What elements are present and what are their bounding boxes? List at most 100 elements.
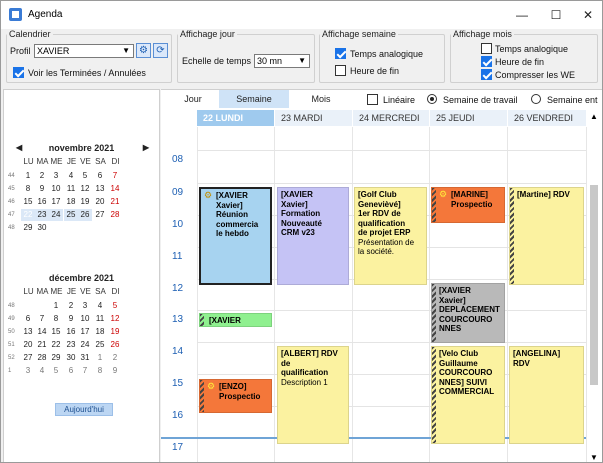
calendar-day[interactable]: 12 <box>108 313 122 325</box>
lineaire-checkbox[interactable] <box>367 94 378 105</box>
event-albert-rdv[interactable]: [ALBERT] RDV de qualification Descriptio… <box>277 346 349 444</box>
event-angelina-rdv[interactable]: [ANGELINA] RDV <box>509 346 584 444</box>
semaine-temps-analogique-checkbox[interactable] <box>335 48 346 59</box>
scroll-down-icon[interactable]: ▼ <box>590 453 598 462</box>
calendar-day[interactable]: 19 <box>108 326 122 338</box>
calendar-day[interactable]: 1 <box>21 170 35 182</box>
calendar-day[interactable]: 16 <box>64 326 78 338</box>
calendar-day[interactable]: 14 <box>108 183 122 195</box>
calendar-day[interactable]: 15 <box>49 326 63 338</box>
calendar-day[interactable]: 9 <box>35 183 49 195</box>
semaine-heure-fin-checkbox[interactable] <box>335 65 346 76</box>
calendar-day[interactable]: 8 <box>21 183 35 195</box>
calendar-day[interactable]: 29 <box>21 222 35 234</box>
calendar-day[interactable]: 9 <box>108 365 122 377</box>
calendar-day[interactable]: 6 <box>21 313 35 325</box>
calendar-day[interactable]: 20 <box>93 196 107 208</box>
minimize-button[interactable]: — <box>511 5 533 25</box>
scroll-up-icon[interactable]: ▲ <box>590 112 598 121</box>
calendar-day[interactable]: 28 <box>108 209 122 221</box>
semaine-travail-radio[interactable] <box>427 94 437 104</box>
calendar-day[interactable]: 28 <box>35 352 49 364</box>
calendar-day[interactable]: 7 <box>35 313 49 325</box>
calendar-day[interactable]: 1 <box>49 300 63 312</box>
calendar-day[interactable]: 8 <box>93 365 107 377</box>
calendar-day[interactable]: 3 <box>78 300 92 312</box>
maximize-button[interactable]: ☐ <box>545 5 567 25</box>
calendar-day[interactable]: 17 <box>49 196 63 208</box>
calendar-day[interactable]: 18 <box>64 196 78 208</box>
scrollbar-thumb[interactable] <box>590 185 598 385</box>
mois-heure-fin-checkbox[interactable] <box>481 56 492 67</box>
calendar-day[interactable]: 17 <box>78 326 92 338</box>
calendar-day[interactable]: 25 <box>93 339 107 351</box>
profil-select[interactable]: XAVIER ▼ <box>34 44 134 58</box>
calendar-day[interactable]: 7 <box>108 170 122 182</box>
calendar-day[interactable]: 7 <box>78 365 92 377</box>
event-marine-prospection[interactable]: ⚙ [MARINE] Prospectio <box>431 187 505 223</box>
calendar-day[interactable]: 1 <box>93 352 107 364</box>
calendar-day[interactable]: 24 <box>49 209 63 221</box>
calendar-day[interactable]: 5 <box>78 170 92 182</box>
calendar-day[interactable]: 18 <box>93 326 107 338</box>
calendar-day[interactable]: 15 <box>21 196 35 208</box>
calendar-day[interactable]: 19 <box>78 196 92 208</box>
calendar-day[interactable]: 25 <box>64 209 78 221</box>
event-velo-club[interactable]: [Velo Club Guillaume COURCOURO NNES] SUI… <box>431 346 505 444</box>
calendar-day[interactable]: 20 <box>21 339 35 351</box>
day-header-thursday[interactable]: 25 JEUDI <box>430 110 507 126</box>
tab-mois[interactable]: Mois <box>296 90 346 108</box>
calendar-day[interactable]: 4 <box>64 170 78 182</box>
next-month-icon[interactable]: ▶ <box>143 140 149 156</box>
calendar-day[interactable]: 23 <box>35 209 49 221</box>
event-golf-club[interactable]: [Golf Club Genevièvé] 1er RDV de qualifi… <box>354 187 427 285</box>
calendar-day[interactable]: 2 <box>35 170 49 182</box>
calendar-day[interactable]: 26 <box>108 339 122 351</box>
day-header-friday[interactable]: 26 VENDREDI <box>508 110 586 126</box>
calendar-day[interactable]: 13 <box>93 183 107 195</box>
calendar-day[interactable]: 8 <box>49 313 63 325</box>
calendar-day[interactable]: 27 <box>21 352 35 364</box>
tab-semaine[interactable]: Semaine <box>219 90 289 108</box>
day-header-monday[interactable]: 22 LUNDI <box>197 110 274 126</box>
tab-jour[interactable]: Jour <box>173 90 213 108</box>
calendar-day[interactable]: 2 <box>64 300 78 312</box>
close-button[interactable]: ✕ <box>577 5 599 25</box>
calendar-day[interactable]: 11 <box>93 313 107 325</box>
event-deplacement[interactable]: [XAVIER Xavier] DEPLACEMENT COURCOURO NN… <box>431 283 505 343</box>
calendar-day[interactable]: 24 <box>78 339 92 351</box>
calendar-day[interactable]: 11 <box>64 183 78 195</box>
calendar-day[interactable]: 30 <box>64 352 78 364</box>
calendar-day[interactable]: 29 <box>49 352 63 364</box>
calendar-day[interactable]: 4 <box>35 365 49 377</box>
mois-compresser-checkbox[interactable] <box>481 69 492 80</box>
calendar-day[interactable]: 14 <box>35 326 49 338</box>
mois-temps-analogique-checkbox[interactable] <box>481 43 492 54</box>
calendar-day[interactable]: 5 <box>108 300 122 312</box>
day-header-tuesday[interactable]: 23 MARDI <box>275 110 352 126</box>
calendar-day[interactable]: 27 <box>93 209 107 221</box>
calendar-day[interactable]: 5 <box>49 365 63 377</box>
semaine-entiere-radio[interactable] <box>531 94 541 104</box>
calendar-day[interactable]: 13 <box>21 326 35 338</box>
profil-settings-icon[interactable]: ⚙ <box>136 43 151 58</box>
calendar-day[interactable]: 12 <box>78 183 92 195</box>
event-xavier-green[interactable]: [XAVIER <box>199 313 272 327</box>
calendar-day[interactable]: 4 <box>93 300 107 312</box>
calendar-day[interactable]: 6 <box>64 365 78 377</box>
calendar-day[interactable]: 2 <box>108 352 122 364</box>
calendar-day[interactable]: 10 <box>49 183 63 195</box>
calendar-day[interactable]: 22 <box>49 339 63 351</box>
calendar-day[interactable]: 26 <box>78 209 92 221</box>
calendar-day[interactable]: 31 <box>78 352 92 364</box>
calendar-day[interactable]: 10 <box>78 313 92 325</box>
event-reunion-commerciale[interactable]: ⚙ [XAVIER Xavier] Réunion commercia le h… <box>199 187 272 285</box>
refresh-icon[interactable]: ⟳ <box>153 43 168 58</box>
calendar-day[interactable]: 21 <box>35 339 49 351</box>
calendar-day[interactable]: 21 <box>108 196 122 208</box>
calendar-day[interactable]: 9 <box>64 313 78 325</box>
voir-terminees-checkbox[interactable] <box>13 67 24 78</box>
event-martine-rdv[interactable]: [Martine] RDV <box>509 187 584 285</box>
event-enzo-prospection[interactable]: ⚙ [ENZO] Prospectio <box>199 379 272 413</box>
calendar-day[interactable]: 3 <box>21 365 35 377</box>
